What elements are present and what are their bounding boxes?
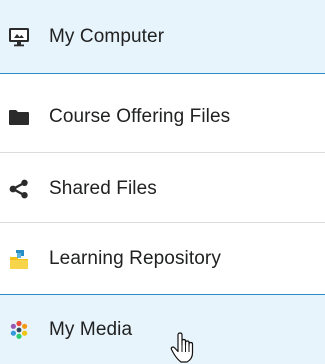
divider <box>0 73 325 74</box>
menu-item-label: Shared Files <box>49 177 157 199</box>
folder-icon <box>8 106 30 128</box>
menu-item-course-offering-files[interactable]: Course Offering Files <box>0 80 325 153</box>
hand-cursor-icon <box>170 332 196 364</box>
monitor-icon <box>8 26 30 48</box>
menu-item-learning-repository[interactable]: Learning Repository <box>0 222 325 295</box>
menu-item-my-media[interactable]: My Media <box>0 295 325 364</box>
repository-icon <box>8 248 30 270</box>
menu-item-shared-files[interactable]: Shared Files <box>0 152 325 225</box>
media-icon <box>8 319 30 341</box>
file-source-menu: My Computer Course Offering Files Shared… <box>0 0 325 364</box>
menu-item-label: My Computer <box>49 25 165 47</box>
menu-item-my-computer[interactable]: My Computer <box>0 0 325 73</box>
menu-item-label: Learning Repository <box>49 247 221 269</box>
menu-item-label: My Media <box>49 318 133 340</box>
share-icon <box>8 178 30 200</box>
menu-item-label: Course Offering Files <box>49 105 231 127</box>
